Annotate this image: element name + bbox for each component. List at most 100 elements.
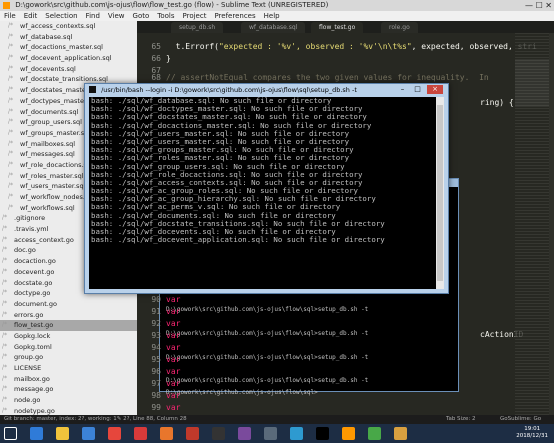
sidebar-file-item[interactable]: /* message.go: [0, 384, 137, 395]
menu-goto[interactable]: Goto: [133, 12, 150, 20]
line-number: 94: [151, 343, 161, 352]
minimap-viewport[interactable]: [515, 59, 549, 107]
winrar-icon[interactable]: [238, 427, 251, 440]
sidebar-file-item[interactable]: /* nodetype.go: [0, 406, 137, 415]
code-line[interactable]: t.Errorf("expected : '%v', observed : '%…: [166, 41, 537, 53]
menu-edit[interactable]: Edit: [24, 12, 38, 20]
file-name: wf_access_contexts.sql: [20, 22, 96, 30]
line-number: 93: [151, 331, 161, 340]
cmd-output-line: bash: ./sql/wf_docevent_application.sql:…: [91, 235, 385, 245]
app-red-icon[interactable]: [186, 427, 199, 440]
cmd-prompt-line: D:\gowork\src\github.com\js-ojus\flow\sq…: [166, 330, 369, 337]
line-number: 92: [151, 319, 161, 328]
paint-icon[interactable]: [368, 427, 381, 440]
taskbar-clock[interactable]: 19:01 2018/12/31: [516, 426, 548, 440]
putty-icon[interactable]: [264, 427, 277, 440]
var-keyword: var: [166, 307, 181, 316]
explorer-icon[interactable]: [56, 427, 69, 440]
cmd-prompt-line: D:\gowork\src\github.com\js-ojus\flow\sq…: [166, 306, 369, 313]
tab-label: wf_database.sql: [249, 24, 298, 31]
cmd-scroll-thumb[interactable]: [437, 105, 443, 281]
file-name: docevent.go: [14, 267, 55, 276]
file-name: doctype.go: [14, 289, 51, 298]
menu-find[interactable]: Find: [86, 12, 100, 20]
cmd-window[interactable]: /usr/bin/bash --login -i D:\gowork\src\g…: [84, 83, 449, 294]
minimap[interactable]: [515, 33, 549, 415]
menu-view[interactable]: View: [108, 12, 125, 20]
file-icon: /*: [8, 86, 14, 94]
code-line[interactable]: }: [166, 53, 171, 65]
menu-file[interactable]: File: [4, 12, 16, 20]
var-keyword: var: [166, 355, 181, 364]
file-icon: /*: [2, 299, 8, 307]
tab-role[interactable]: role.go: [381, 22, 418, 33]
sidebar-file-item[interactable]: /* document.go: [0, 299, 137, 310]
edge-icon[interactable]: [30, 427, 43, 440]
file-icon: /*: [2, 310, 8, 318]
cmd-prompt-line: D:\gowork\src\github.com\js-ojus\flow\sq…: [166, 377, 369, 384]
menu-tools[interactable]: Tools: [157, 12, 174, 20]
vm-icon[interactable]: [290, 427, 303, 440]
menu-help[interactable]: Help: [264, 12, 280, 20]
tab-wf-database[interactable]: wf_database.sql: [241, 22, 306, 33]
menu-preferences[interactable]: Preferences: [214, 12, 255, 20]
chrome-icon[interactable]: [108, 427, 121, 440]
file-name: mailbox.go: [14, 374, 50, 383]
menu-project[interactable]: Project: [183, 12, 207, 20]
cmd-scrollbar[interactable]: [436, 97, 444, 289]
file-name: wf_roles_master.sql: [20, 171, 84, 180]
close-button[interactable]: ×: [427, 85, 443, 94]
line-number: 65: [151, 42, 161, 51]
firefox-icon[interactable]: [160, 427, 173, 440]
status-tab-size[interactable]: Tab Size: 2: [446, 415, 475, 424]
sidebar-file-item[interactable]: /* wf_docevents.sql: [0, 64, 137, 75]
sidebar-file-item[interactable]: /* node.go: [0, 395, 137, 406]
opera-icon[interactable]: [134, 427, 147, 440]
tab-setup-db[interactable]: setup_db.sh: [171, 22, 224, 33]
line-number: 98: [151, 391, 161, 400]
terminal-icon: [89, 86, 96, 93]
minimize-button[interactable]: –: [396, 85, 409, 94]
code-fragment: ring) {: [480, 98, 514, 107]
file-name: message.go: [14, 385, 54, 394]
status-syntax[interactable]: GoSublime: Go: [500, 415, 541, 424]
file-icon: /*: [2, 342, 8, 350]
status-bar: Git branch: master, index: 2?, working: …: [0, 415, 554, 424]
start-icon[interactable]: [4, 427, 17, 440]
menu-selection[interactable]: Selection: [45, 12, 77, 20]
sidebar-file-item[interactable]: /* group.go: [0, 352, 137, 363]
file-icon: /*: [2, 331, 8, 339]
sidebar-file-item[interactable]: /* wf_docevent_application.sql: [0, 53, 137, 64]
window-controls[interactable]: — ☐ ✕: [525, 0, 552, 11]
editor-scrollbar[interactable]: [549, 33, 554, 415]
var-keyword: var: [166, 331, 181, 340]
maximize-button[interactable]: □: [411, 85, 424, 94]
sidebar-file-item[interactable]: /* Gopkg.lock: [0, 331, 137, 342]
sidebar-file-item[interactable]: /* flow_test.go: [0, 320, 137, 331]
file-icon: /*: [8, 96, 14, 104]
sublime-icon[interactable]: [342, 427, 355, 440]
sidebar-file-item[interactable]: /* wf_access_contexts.sql: [0, 21, 137, 32]
file-name: docstate.go: [14, 278, 53, 287]
terminal-icon[interactable]: [316, 427, 329, 440]
tab-flow-test[interactable]: flow_test.go: [311, 22, 364, 33]
cmd-icon[interactable]: [212, 427, 225, 440]
store-icon[interactable]: [82, 427, 95, 440]
file-icon: /*: [8, 193, 14, 200]
file-icon: /*: [2, 406, 8, 414]
cmd-titlebar[interactable]: /usr/bin/bash --login -i D:\gowork\src\g…: [85, 84, 448, 96]
sidebar-file-item[interactable]: /* wf_docactions_master.sql: [0, 42, 137, 53]
sidebar-file-item[interactable]: /* LICENSE: [0, 363, 137, 374]
sidebar-file-item[interactable]: /* Gopkg.toml: [0, 342, 137, 353]
sidebar-file-item[interactable]: /* mailbox.go: [0, 374, 137, 385]
var-keyword: var: [166, 295, 181, 304]
file-icon: /*: [8, 171, 14, 179]
cmd-output[interactable]: bash: ./sql/wf_database.sql: No such fil…: [89, 97, 436, 289]
line-number: 95: [151, 355, 161, 364]
sidebar-file-item[interactable]: /* wf_database.sql: [0, 32, 137, 43]
window-titlebar[interactable]: D:\gowork\src\github.com\js-ojus\flow\fl…: [0, 0, 554, 11]
file-name: wf_documents.sql: [20, 107, 79, 116]
file-icon: /*: [8, 139, 14, 147]
photo-icon[interactable]: [394, 427, 407, 440]
sidebar-file-item[interactable]: /* errors.go: [0, 310, 137, 321]
